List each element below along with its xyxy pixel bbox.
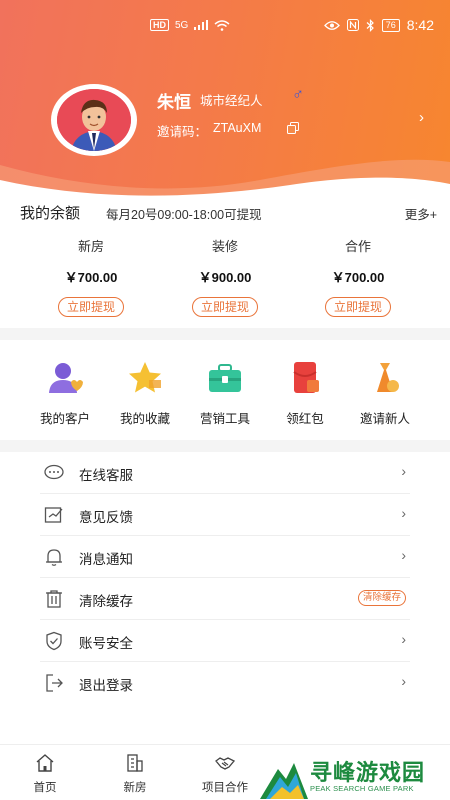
withdraw-button[interactable]: 立即提现 xyxy=(191,297,258,317)
menu-label: 退出登录 xyxy=(79,678,133,693)
tool-label: 我的收藏 xyxy=(119,412,170,426)
menu-label: 意见反馈 xyxy=(79,510,133,525)
chevron-right-icon: › xyxy=(401,547,406,563)
balance-label: 合作 xyxy=(344,239,371,254)
menu-item-notifications[interactable]: 消息通知 › xyxy=(40,536,410,578)
mountain-logo-icon xyxy=(260,763,308,799)
user-name: 朱恒 xyxy=(157,93,191,112)
feedback-icon xyxy=(44,507,63,523)
chevron-right-icon: › xyxy=(401,631,406,647)
tab-new-house[interactable]: 新房 xyxy=(100,753,170,795)
menu-label: 账号安全 xyxy=(79,636,133,651)
bluetooth-icon xyxy=(366,18,374,32)
network-badge: HD xyxy=(150,19,169,31)
logout-icon xyxy=(46,674,63,692)
watermark-subtitle: PEAK SEARCH GAME PARK xyxy=(310,784,414,793)
withdraw-button[interactable]: 立即提现 xyxy=(57,297,124,317)
chevron-right-icon: › xyxy=(401,505,406,521)
trash-icon xyxy=(46,590,62,608)
menu-item-clear-cache[interactable]: 清除缓存 清除缓存 xyxy=(40,578,410,620)
balance-amount: ￥700.00 xyxy=(64,270,118,285)
tool-red-envelope[interactable]: 领红包 xyxy=(265,360,345,427)
quick-tools: 我的客户 我的收藏 营销工具 领红包 邀请新人 xyxy=(0,340,450,440)
tool-label: 营销工具 xyxy=(199,412,250,426)
profile-header: HD 5G 76 8:42 朱恒 城市经纪人 ♂ 邀请码： ZTAuXM › xyxy=(0,0,450,200)
balance-label: 新房 xyxy=(77,239,104,254)
wifi-icon xyxy=(214,19,230,31)
signal-icon xyxy=(194,20,209,30)
tool-my-customers[interactable]: 我的客户 xyxy=(25,360,105,427)
header-wave xyxy=(0,159,450,200)
status-time: 8:42 xyxy=(406,17,434,33)
star-icon xyxy=(129,362,161,393)
chevron-right-icon: › xyxy=(401,673,406,689)
menu-label: 清除缓存 xyxy=(79,594,133,609)
chat-icon xyxy=(44,464,64,480)
tool-label: 我的客户 xyxy=(39,412,90,426)
clear-cache-button[interactable]: 清除缓存 xyxy=(357,590,406,606)
bottom-tab-bar: 首页 新房 项目合作 寻峰游戏园 PEAK SEARCH GAME PARK xyxy=(0,744,450,800)
tool-invite[interactable]: 邀请新人 xyxy=(345,360,425,427)
watermark-title: 寻峰游戏园 xyxy=(310,760,426,785)
menu-item-feedback[interactable]: 意见反馈 › xyxy=(40,494,410,536)
bell-icon xyxy=(46,549,62,566)
balance-amount: ￥700.00 xyxy=(331,270,385,285)
customers-icon xyxy=(49,363,83,393)
balance-item-decoration: 装修 ￥900.00 立即提现 xyxy=(175,236,275,317)
battery-icon: 76 xyxy=(381,18,400,32)
balance-title: 我的余额 xyxy=(20,205,81,222)
tool-label: 领红包 xyxy=(286,412,324,426)
more-link[interactable]: 更多+ xyxy=(405,204,437,223)
avatar[interactable] xyxy=(51,84,137,156)
watermark-logo: 寻峰游戏园 PEAK SEARCH GAME PARK xyxy=(258,755,450,800)
copy-icon[interactable] xyxy=(287,122,299,134)
menu-item-logout[interactable]: 退出登录 › xyxy=(40,662,410,704)
eye-icon xyxy=(323,20,340,30)
tool-marketing[interactable]: 营销工具 xyxy=(185,360,265,427)
tab-label: 项目合作 xyxy=(202,782,248,794)
status-bar: HD 5G 76 8:42 xyxy=(0,0,450,52)
chevron-right-icon: › xyxy=(401,463,406,479)
red-envelope-icon xyxy=(293,362,319,393)
balance-card: 我的余额 每月20号09:00-18:00可提现 更多+ 新房 ￥700.00 … xyxy=(0,196,450,328)
user-role: 城市经纪人 xyxy=(200,94,263,108)
avatar-image xyxy=(57,89,131,151)
tab-home[interactable]: 首页 xyxy=(10,753,80,795)
profile-arrow-icon[interactable]: › xyxy=(419,109,424,126)
balance-item-new-house: 新房 ￥700.00 立即提现 xyxy=(41,236,141,317)
invite-label: 邀请码： xyxy=(157,125,208,139)
building-icon xyxy=(127,754,143,772)
withdraw-button[interactable]: 立即提现 xyxy=(324,297,391,317)
nfc-icon xyxy=(346,19,359,31)
menu-label: 在线客服 xyxy=(79,468,133,483)
tab-project-cooperation[interactable]: 项目合作 xyxy=(190,753,260,795)
menu-item-account-security[interactable]: 账号安全 › xyxy=(40,620,410,662)
home-icon xyxy=(36,754,54,772)
handshake-icon xyxy=(215,757,236,770)
balance-label: 装修 xyxy=(211,239,238,254)
balance-item-cooperation: 合作 ￥700.00 立即提现 xyxy=(308,236,408,317)
invite-code: ZTAuXM xyxy=(213,121,262,135)
menu-label: 消息通知 xyxy=(79,552,133,567)
toolbox-icon xyxy=(209,364,241,392)
tab-label: 首页 xyxy=(33,782,57,794)
balance-amount: ￥900.00 xyxy=(198,270,252,285)
menu-item-online-service[interactable]: 在线客服 › xyxy=(40,452,410,494)
tool-label: 邀请新人 xyxy=(359,412,410,426)
invite-icon xyxy=(377,363,399,392)
tool-my-favorites[interactable]: 我的收藏 xyxy=(105,360,185,427)
withdraw-note: 每月20号09:00-18:00可提现 xyxy=(106,208,262,222)
settings-menu: 在线客服 › 意见反馈 › 消息通知 › 清除缓存 清除缓存 账号安全 › 退出… xyxy=(0,452,450,744)
tab-label: 新房 xyxy=(123,782,147,794)
gender-male-icon: ♂ xyxy=(292,86,304,103)
shield-icon xyxy=(46,631,62,651)
signal-label: 5G xyxy=(175,19,189,31)
avatar-person-icon xyxy=(57,89,131,151)
